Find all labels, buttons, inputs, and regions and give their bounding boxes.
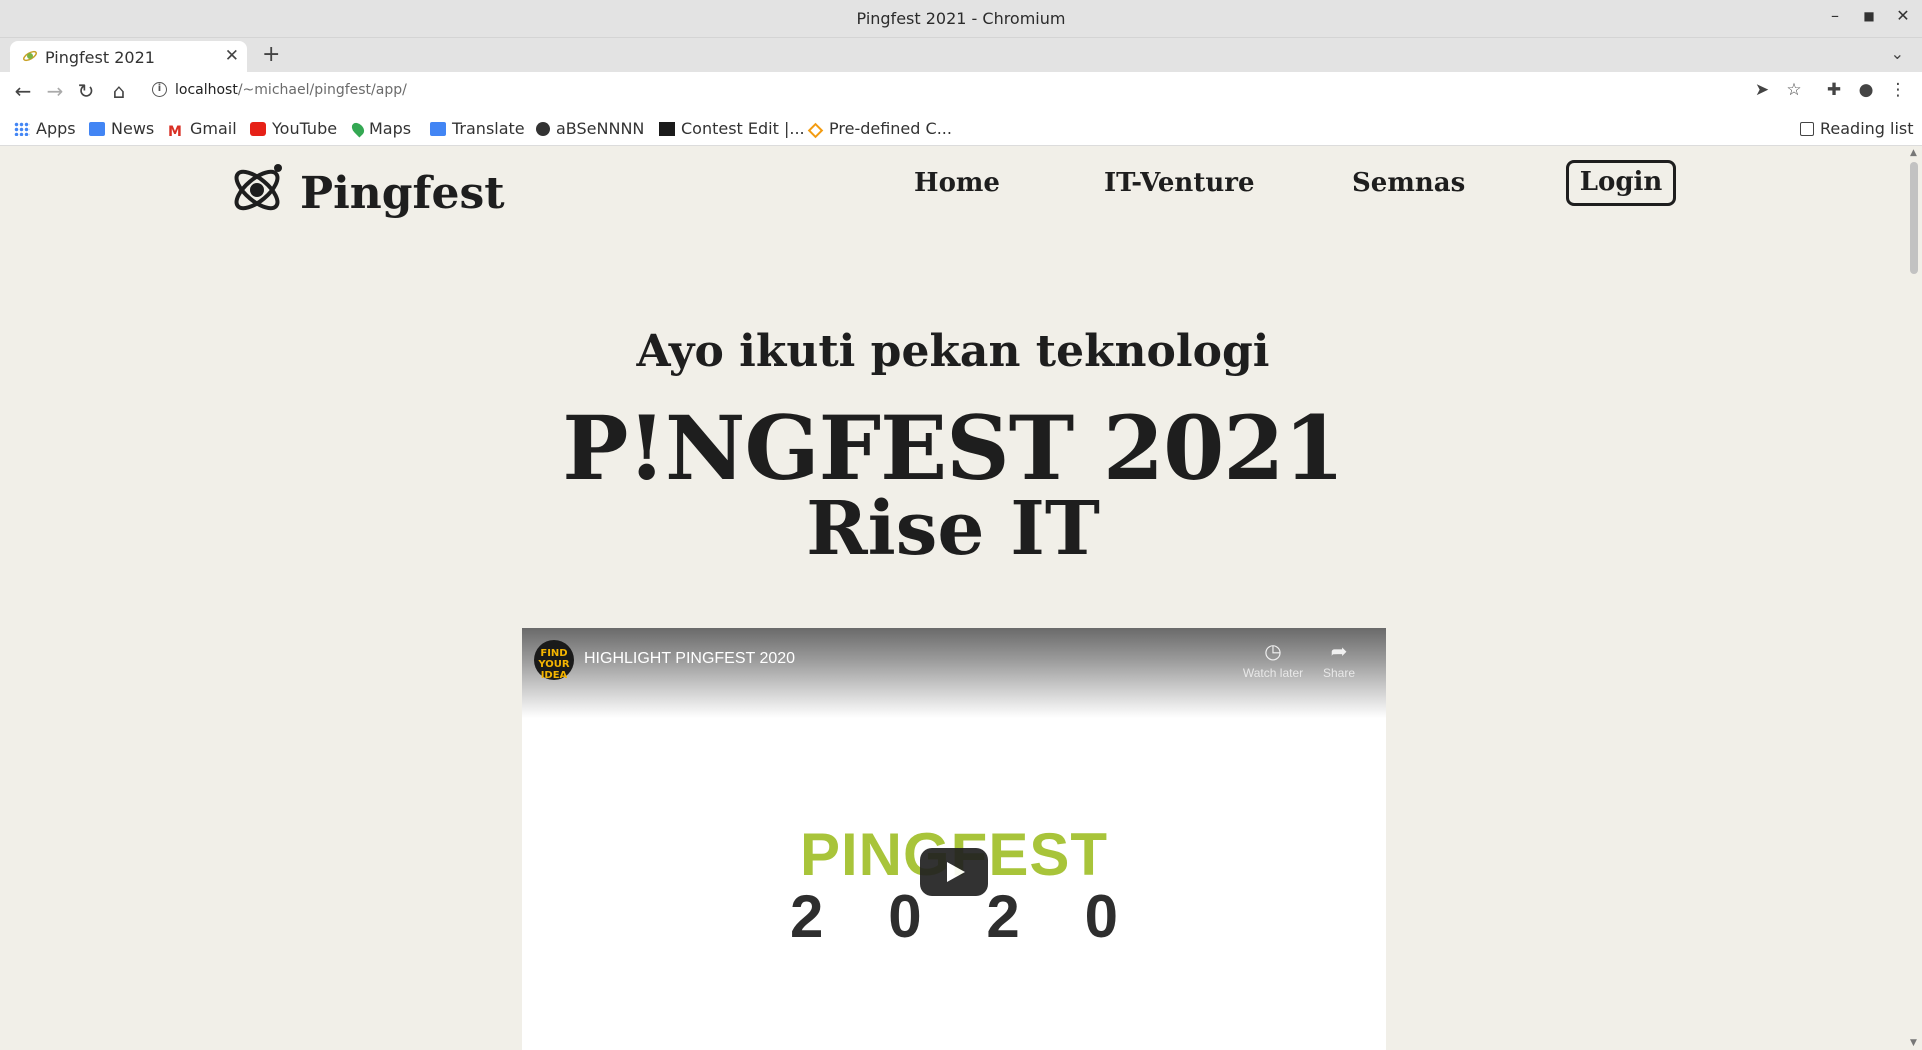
hero-title: P!NGFEST 2021 <box>562 396 1345 500</box>
share-button[interactable]: ➦ Share <box>1304 640 1374 680</box>
brand-name: Pingfest <box>300 168 505 219</box>
close-window-icon[interactable]: ✕ <box>1890 6 1916 25</box>
diamond-icon <box>807 122 824 139</box>
bookmark-contest-edit[interactable]: Contest Edit |... <box>659 119 805 138</box>
tab-pingfest[interactable]: Pingfest 2021 ✕ <box>10 41 247 72</box>
youtube-icon <box>250 122 266 136</box>
video-embed[interactable]: FIND YOUR IDEA HIGHLIGHT PINGFEST 2020 ◷… <box>522 628 1386 1050</box>
reading-list-icon <box>1800 122 1814 136</box>
bookmarks-bar: Apps News M Gmail YouTube Maps Translate … <box>0 110 1922 146</box>
back-icon[interactable]: ← <box>10 79 36 103</box>
apps-grid-icon <box>14 122 30 136</box>
bookmark-star-icon[interactable]: ☆ <box>1782 80 1806 100</box>
tab-close-icon[interactable]: ✕ <box>225 46 239 66</box>
bookmark-news[interactable]: News <box>89 119 154 138</box>
nav-home[interactable]: Home <box>914 168 1000 198</box>
address-bar[interactable]: i localhost/~michael/pingfest/app/ <box>142 76 1782 106</box>
bookmark-predefined[interactable]: Pre-defined C... <box>807 119 952 139</box>
hackerrank-icon <box>659 122 675 136</box>
toolbar: ← → ↻ ⌂ i localhost/~michael/pingfest/ap… <box>0 72 1922 110</box>
google-news-icon <box>89 122 105 136</box>
nav-semnas[interactable]: Semnas <box>1352 168 1465 198</box>
nav-it-venture[interactable]: IT-Venture <box>1104 168 1255 198</box>
page-viewport: Pingfest Home IT-Venture Semnas Login Ay… <box>0 146 1906 1050</box>
globe-icon <box>536 122 550 136</box>
pingfest-favicon-icon <box>23 50 37 62</box>
minimize-icon[interactable]: – <box>1822 6 1848 25</box>
login-button[interactable]: Login <box>1566 160 1676 206</box>
translate-icon <box>430 122 446 136</box>
scroll-up-icon[interactable]: ▲ <box>1910 148 1917 158</box>
bookmark-youtube[interactable]: YouTube <box>250 119 337 138</box>
home-icon[interactable]: ⌂ <box>106 79 132 103</box>
clock-icon: ◷ <box>1264 641 1282 663</box>
play-button[interactable] <box>920 848 988 896</box>
tab-label: Pingfest 2021 <box>45 48 155 67</box>
maximize-icon[interactable]: ■ <box>1856 9 1882 23</box>
forward-icon[interactable]: → <box>42 79 68 103</box>
bookmark-translate[interactable]: Translate <box>430 119 525 138</box>
page-scrollbar[interactable]: ▲ ▼ <box>1906 146 1922 1050</box>
tab-strip: Pingfest 2021 ✕ + ⌄ <box>0 38 1922 72</box>
menu-kebab-icon[interactable]: ⋮ <box>1886 80 1910 100</box>
title-bar: Pingfest 2021 - Chromium – ■ ✕ <box>0 0 1922 38</box>
watch-later-button[interactable]: ◷ Watch later <box>1238 640 1308 680</box>
video-title[interactable]: HIGHLIGHT PINGFEST 2020 <box>584 650 795 668</box>
pingfest-logo-icon <box>234 164 282 211</box>
send-tab-icon[interactable]: ➤ <box>1750 80 1774 100</box>
bookmark-maps[interactable]: Maps <box>349 119 411 138</box>
scroll-down-icon[interactable]: ▼ <box>1910 1038 1917 1048</box>
hero-subtitle: Ayo ikuti pekan teknologi <box>636 326 1270 377</box>
share-arrow-icon: ➦ <box>1330 641 1348 663</box>
scrollbar-thumb[interactable] <box>1910 162 1918 274</box>
site-info-icon[interactable]: i <box>152 82 167 97</box>
gmail-icon: M <box>168 124 182 140</box>
window-title: Pingfest 2021 - Chromium <box>856 9 1066 28</box>
new-tab-icon[interactable]: + <box>262 42 280 67</box>
tab-search-chevron-icon[interactable]: ⌄ <box>1891 44 1904 63</box>
browser-chrome: Pingfest 2021 - Chromium – ■ ✕ Pingfest … <box>0 0 1922 146</box>
bookmark-apps[interactable]: Apps <box>14 119 76 138</box>
hero-tagline: Rise IT <box>806 486 1100 572</box>
bookmark-gmail[interactable]: M Gmail <box>168 119 237 139</box>
url-text[interactable]: localhost/~michael/pingfest/app/ <box>175 82 407 98</box>
reload-icon[interactable]: ↻ <box>73 79 99 103</box>
channel-avatar[interactable]: FIND YOUR IDEA <box>534 640 574 681</box>
bookmark-absennnn[interactable]: aBSeNNNN <box>536 119 644 138</box>
maps-pin-icon <box>349 120 367 138</box>
profile-avatar-icon[interactable]: ● <box>1854 80 1878 100</box>
reading-list-button[interactable]: Reading list <box>1800 119 1914 138</box>
extensions-puzzle-icon[interactable]: ✚ <box>1822 80 1846 100</box>
